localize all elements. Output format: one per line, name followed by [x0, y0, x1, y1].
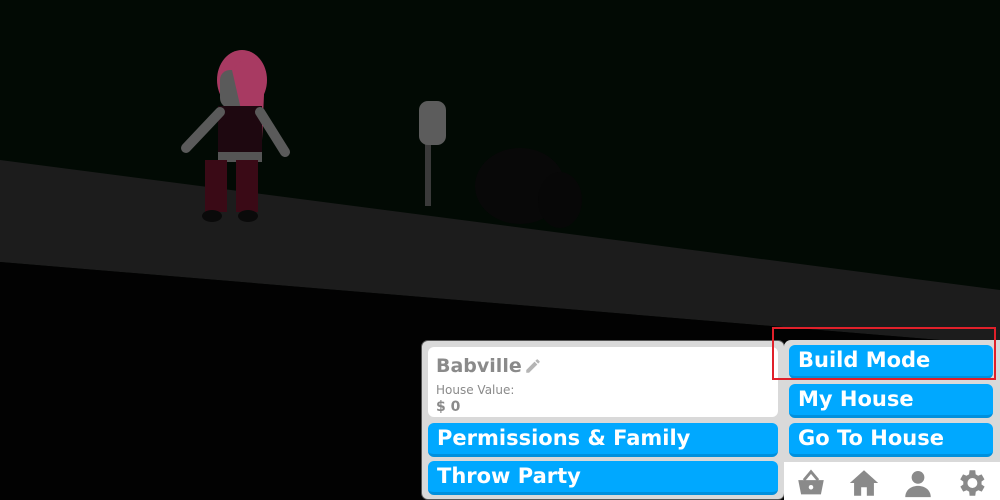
bottom-icon-bar	[784, 462, 1000, 500]
house-panel: Babville House Value: $ 0 Permissions & …	[421, 340, 785, 500]
house-value: $ 0	[436, 399, 461, 415]
go-to-house-button[interactable]: Go To House	[789, 423, 993, 457]
house-name: Babville	[436, 355, 522, 377]
build-mode-button[interactable]: Build Mode	[789, 345, 993, 379]
settings-gear-icon[interactable]	[954, 466, 988, 500]
mailbox	[419, 101, 446, 145]
mailbox-post	[425, 140, 431, 206]
shop-basket-icon[interactable]	[794, 466, 828, 500]
home-icon[interactable]	[847, 466, 881, 500]
throw-party-button[interactable]: Throw Party	[428, 461, 778, 495]
my-house-button[interactable]: My House	[789, 384, 993, 418]
house-info-card: Babville House Value: $ 0	[428, 347, 778, 417]
profile-icon[interactable]	[901, 466, 935, 500]
main-menu-panel: Build Mode My House Go To House	[784, 340, 1000, 500]
edit-pencil-icon[interactable]	[524, 357, 542, 375]
house-value-label: House Value:	[436, 383, 515, 397]
permissions-family-button[interactable]: Permissions & Family	[428, 423, 778, 457]
